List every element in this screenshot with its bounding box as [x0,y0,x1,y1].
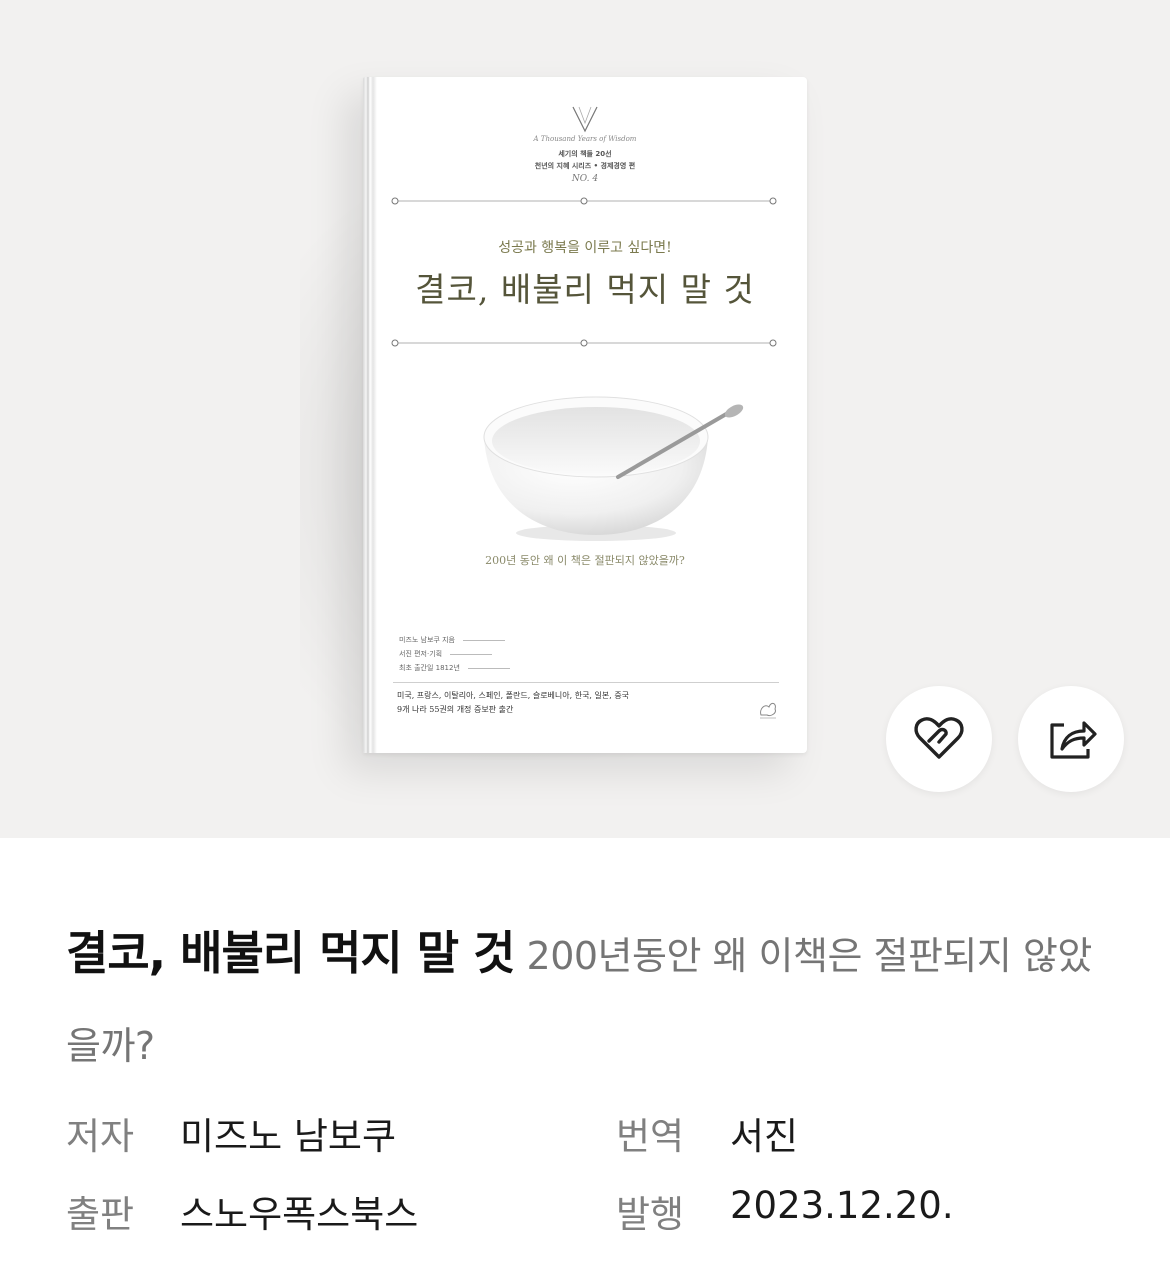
cover-credits: 미즈노 남보쿠 지음 서진 편저·기획 최초 출간일 1812년 [399,633,510,675]
cover-series-line1: 세기의 책들 20선 [558,150,612,158]
book-cover-hero: A Thousand Years of Wisdom 세기의 책들 20선 천년… [0,0,1170,838]
cover-title: 결코, 배불리 먹지 말 것 [415,270,755,309]
translator-value[interactable]: 서진 [730,1106,798,1160]
bowl-illustration [483,396,744,541]
share-button[interactable] [1018,686,1124,792]
meta-row-author: 저자 미즈노 남보쿠 번역 서진 [66,1106,1106,1184]
meta-row-publisher: 출판 스노우폭스북스 발행 2023.12.20. [66,1184,1106,1262]
cover-series-number: NO. 4 [571,174,599,184]
cover-series-line2: 천년의 지혜 시리즈 • 경제경영 편 [534,162,636,170]
publisher-logo-icon [760,702,776,719]
cover-divider-top [391,197,777,205]
emblem-logo [572,106,598,133]
cover-kicker: 성공과 행복을 이루고 싶다면! [498,240,672,256]
cover-question: 200년 동안 왜 이 책은 절판되지 않았을까? [485,554,685,567]
cover-countries-line2: 9개 나라 55권의 개정 증보판 출간 [397,705,514,714]
share-icon [1050,721,1097,759]
author-label: 저자 [66,1115,135,1158]
cover-countries: 미국, 프랑스, 이탈리아, 스페인, 폴란드, 슬로베니아, 한국, 일본, … [397,689,629,717]
cover-script-line: A Thousand Years of Wisdom [533,135,637,143]
book-title: 결코, 배불리 먹지 말 것 [66,926,515,980]
cover-credit-editor: 서진 편저·기획 [399,650,443,658]
book-info: 결코, 배불리 먹지 말 것 200년동안 왜 이책은 절판되지 않았을까? 저… [66,838,1106,1236]
book-title-block: 결코, 배불리 먹지 말 것 200년동안 왜 이책은 절판되지 않았을까? [66,908,1106,1091]
heart-icon [914,717,964,759]
cover-divider-bottom [391,339,777,347]
author-value[interactable]: 미즈노 남보쿠 [180,1106,396,1160]
cover-bottom-rule [393,682,779,683]
publish-date-label: 발행 [616,1193,685,1236]
publisher-label: 출판 [66,1193,135,1236]
like-button[interactable] [886,686,992,792]
translator-label: 번역 [616,1115,685,1158]
book-meta: 저자 미즈노 남보쿠 번역 서진 출판 스노우폭스북스 발행 2023.12.2… [66,1106,1106,1262]
cover-countries-line1: 미국, 프랑스, 이탈리아, 스페인, 폴란드, 슬로베니아, 한국, 일본, … [397,691,630,700]
book-cover-image[interactable]: A Thousand Years of Wisdom 세기의 책들 20선 천년… [363,77,807,753]
publish-date-value: 2023.12.20. [730,1184,954,1227]
cover-credit-author: 미즈노 남보쿠 지음 [399,636,455,644]
publisher-value[interactable]: 스노우폭스북스 [180,1184,418,1238]
cover-credit-year: 최초 출간일 1812년 [399,664,460,672]
